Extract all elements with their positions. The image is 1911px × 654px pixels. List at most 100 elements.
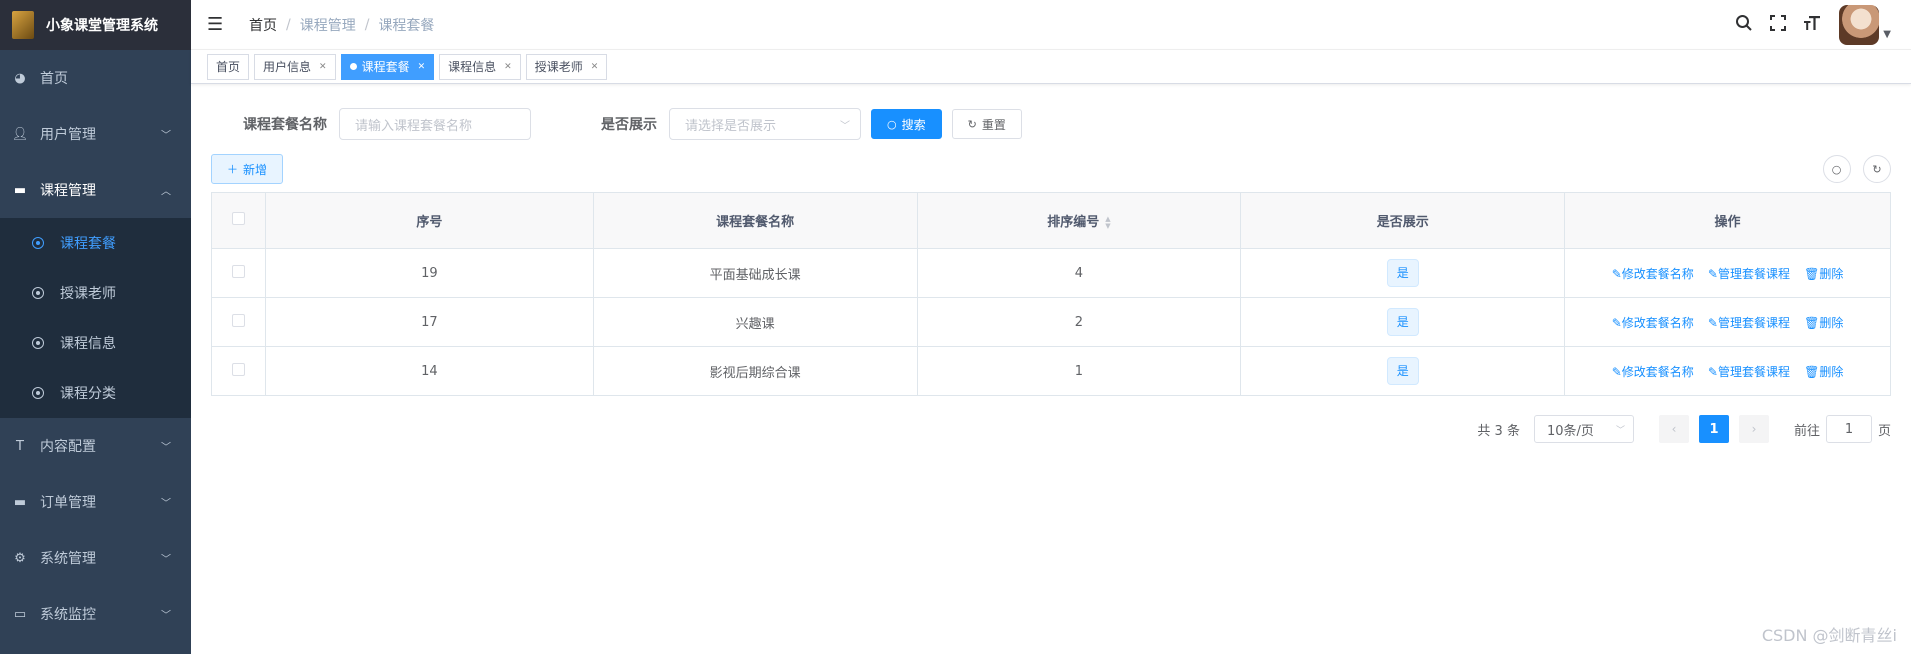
- select-placeholder: 请选择是否展示: [685, 118, 777, 134]
- column-header-label: 排序编号: [1047, 215, 1100, 230]
- search-button[interactable]: ○ 搜索: [871, 109, 942, 139]
- column-header-sortable[interactable]: 排序编号 ▲ ▼: [916, 192, 1242, 249]
- plus-icon: ＋: [227, 163, 238, 176]
- refresh-button[interactable]: ↻: [1863, 155, 1891, 183]
- tag-label: 课程套餐: [361, 59, 410, 74]
- sidebar-item-course-management[interactable]: ▬ 课程管理 ︿: [0, 162, 191, 218]
- search-button-label: 搜索: [901, 117, 926, 132]
- delete-label: 删除: [1819, 364, 1844, 379]
- edit-name-link[interactable]: ✎修改套餐名称: [1612, 267, 1694, 281]
- tag-user-info[interactable]: 用户信息 ✕: [254, 53, 336, 80]
- edit-icon: ✎: [1707, 315, 1718, 330]
- row-checkbox[interactable]: [231, 313, 245, 327]
- cell-actions: ✎修改套餐名称 ✎管理套餐课程 🗑︎删除: [1564, 297, 1891, 347]
- sidebar-item-course-package[interactable]: 课程套餐: [0, 218, 191, 268]
- chevron-down-icon: ﹀: [161, 610, 171, 622]
- cell-show: 是: [1240, 297, 1566, 347]
- sidebar-item-label: 授课老师: [60, 286, 116, 302]
- sidebar-item-user-management[interactable]: 👤︎ 用户管理 ﹀: [0, 106, 191, 162]
- hamburger-icon[interactable]: ☰: [207, 14, 237, 35]
- breadcrumb-item: 课程管理: [299, 17, 356, 34]
- sidebar-item-system-management[interactable]: ⚙ 系统管理 ﹀: [0, 530, 191, 586]
- sidebar-item-home[interactable]: ◕ 首页: [0, 50, 191, 106]
- page-size-select[interactable]: 10条/页 ﹀: [1533, 415, 1634, 443]
- right-toolbar: ○ ↻: [1815, 155, 1891, 183]
- chevron-down-icon: ﹀: [161, 442, 171, 454]
- toggle-search-button[interactable]: ○: [1822, 155, 1851, 183]
- tag-course-package[interactable]: 课程套餐 ✕: [340, 53, 435, 80]
- app-title: 小象课堂管理系统: [46, 18, 158, 34]
- sidebar-item-course-category[interactable]: 课程分类: [0, 368, 191, 418]
- caret-down-icon[interactable]: ▼: [1883, 29, 1891, 40]
- cell-name: 影视后期综合课: [592, 346, 918, 396]
- close-icon[interactable]: ✕: [591, 55, 599, 79]
- avatar[interactable]: [1839, 5, 1880, 45]
- chevron-down-icon: ﹀: [840, 121, 850, 132]
- row-checkbox[interactable]: [231, 362, 245, 376]
- breadcrumb-item: 课程套餐: [378, 17, 435, 34]
- delete-link[interactable]: 🗑︎删除: [1804, 365, 1843, 379]
- sidebar-item-content-config[interactable]: T 内容配置 ﹀: [0, 418, 191, 474]
- prev-page-button[interactable]: ‹: [1658, 415, 1689, 443]
- tag-teachers[interactable]: 授课老师 ✕: [525, 53, 608, 80]
- search-icon[interactable]: [1727, 14, 1761, 37]
- reset-button-label: 重置: [981, 117, 1006, 132]
- manage-courses-link[interactable]: ✎管理套餐课程: [1708, 267, 1790, 281]
- manage-courses-link[interactable]: ✎管理套餐课程: [1708, 365, 1790, 379]
- delete-label: 删除: [1819, 315, 1844, 330]
- sidebar-item-order-management[interactable]: ▬ 订单管理 ﹀: [0, 474, 191, 530]
- tag-course-info[interactable]: 课程信息 ✕: [439, 53, 521, 80]
- refresh-icon: ↻: [967, 117, 977, 131]
- logo[interactable]: 小象课堂管理系统: [0, 0, 191, 50]
- sidebar-item-label: 订单管理: [40, 495, 96, 511]
- dashboard-icon: ◕: [14, 70, 26, 86]
- app-main: 课程套餐名称 请输入课程套餐名称 是否展示 请选择是否展示 ﹀ ○ 搜索 ↻ 重置 ＋…: [191, 84, 1911, 464]
- page-size-value: 10条/页: [1546, 423, 1594, 439]
- page-number-button[interactable]: 1: [1698, 415, 1729, 443]
- edit-name-link[interactable]: ✎修改套餐名称: [1612, 365, 1694, 379]
- manage-courses-label: 管理套餐课程: [1717, 364, 1790, 379]
- sidebar-item-system-monitor[interactable]: ▭ 系统监控 ﹀: [0, 586, 191, 642]
- delete-label: 删除: [1819, 266, 1844, 281]
- chevron-down-icon: ﹀: [1615, 425, 1625, 436]
- sort-icon[interactable]: ▲ ▼: [1105, 215, 1110, 230]
- show-status-badge: 是: [1386, 308, 1419, 336]
- show-status-badge: 是: [1386, 259, 1419, 287]
- breadcrumb-item[interactable]: 首页: [249, 15, 277, 35]
- cell-show: 是: [1240, 248, 1566, 298]
- close-icon[interactable]: ✕: [504, 55, 512, 79]
- delete-link[interactable]: 🗑︎删除: [1804, 267, 1843, 281]
- edit-name-label: 修改套餐名称: [1621, 315, 1694, 330]
- reset-button[interactable]: ↻ 重置: [951, 109, 1022, 139]
- trash-icon: 🗑︎: [1804, 266, 1820, 281]
- course-submenu: 课程套餐 授课老师 课程信息 课程分类: [0, 218, 191, 418]
- sidebar-item-course-info[interactable]: 课程信息: [0, 318, 191, 368]
- sidebar-item-teachers[interactable]: 授课老师: [0, 268, 191, 318]
- select-all-checkbox[interactable]: [231, 212, 245, 225]
- pagination-total: 共 3 条: [1477, 423, 1520, 439]
- close-icon[interactable]: ✕: [319, 55, 327, 79]
- edit-name-link[interactable]: ✎修改套餐名称: [1612, 316, 1694, 330]
- text-size-icon[interactable]: [1795, 15, 1829, 36]
- next-page-button[interactable]: ›: [1738, 415, 1769, 443]
- package-name-input[interactable]: 请输入课程套餐名称: [339, 108, 531, 140]
- search-icon: ○: [887, 117, 897, 131]
- manage-courses-link[interactable]: ✎管理套餐课程: [1708, 316, 1790, 330]
- gear-icon: ⚙: [14, 550, 26, 566]
- sidebar-item-label: 课程管理: [40, 183, 96, 199]
- column-header: 是否展示: [1240, 192, 1566, 249]
- goto-prefix: 前往: [1793, 423, 1820, 439]
- tag-home[interactable]: 首页: [207, 53, 250, 80]
- table-row: 14 影视后期综合课 1 是 ✎修改套餐名称 ✎管理套餐课程 🗑︎删除: [211, 346, 1891, 396]
- row-checkbox[interactable]: [231, 264, 245, 278]
- show-status-label: 是否展示: [601, 117, 657, 133]
- add-button[interactable]: ＋ 新增: [211, 154, 284, 184]
- package-table: 序号 课程套餐名称 排序编号 ▲ ▼ 是否展示 操作 19 平面基础成长课 4 是 …: [211, 192, 1891, 396]
- fullscreen-icon[interactable]: [1761, 14, 1795, 36]
- goto-page-input[interactable]: 1: [1825, 415, 1872, 443]
- delete-link[interactable]: 🗑︎删除: [1804, 316, 1843, 330]
- close-icon[interactable]: ✕: [418, 55, 426, 79]
- clapper-icon: ▬: [13, 182, 27, 198]
- show-status-select[interactable]: 请选择是否展示 ﹀: [669, 108, 861, 140]
- breadcrumb-separator: /: [286, 16, 291, 33]
